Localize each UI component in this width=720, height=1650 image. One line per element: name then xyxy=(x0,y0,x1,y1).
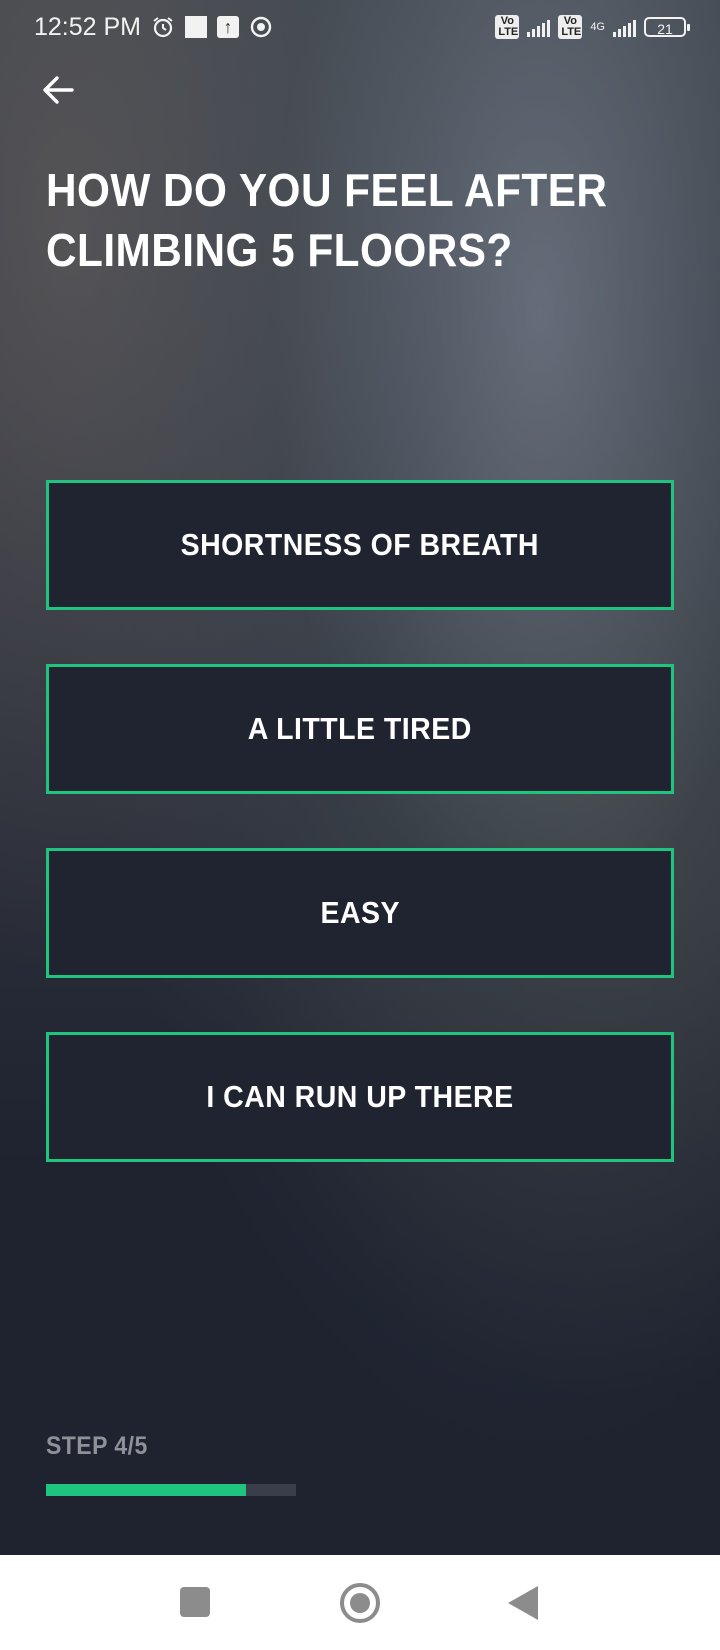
option-a-little-tired[interactable]: A LITTLE TIRED xyxy=(46,664,674,794)
battery-icon: 21 xyxy=(644,17,690,37)
back-button[interactable] xyxy=(36,68,80,112)
home-button[interactable] xyxy=(338,1581,382,1625)
option-shortness-of-breath[interactable]: SHORTNESS OF BREATH xyxy=(46,480,674,610)
status-bar: 12:52 PM ↑ Vo LTE Vo LTE 4G 21 xyxy=(0,0,720,54)
option-label: SHORTNESS OF BREATH xyxy=(180,527,540,562)
question-title: HOW DO YOU FEEL AFTER CLIMBING 5 FLOORS? xyxy=(46,164,608,276)
notification-square-icon xyxy=(185,16,208,38)
option-label: A LITTLE TIRED xyxy=(247,711,473,746)
signal-strength-icon-2 xyxy=(613,17,636,37)
option-label: EASY xyxy=(320,895,400,930)
sync-globe-icon xyxy=(249,15,273,39)
home-circle-icon xyxy=(340,1583,380,1623)
progress-bar-fill xyxy=(46,1484,246,1496)
upload-arrow-icon: ↑ xyxy=(217,16,240,38)
system-back-button[interactable] xyxy=(506,1584,540,1622)
recents-button[interactable] xyxy=(180,1587,210,1617)
volte-icon: Vo LTE xyxy=(495,15,520,39)
status-time: 12:52 PM xyxy=(34,12,142,41)
network-type-label: 4G xyxy=(590,21,605,33)
arrow-left-icon xyxy=(43,76,74,104)
option-easy[interactable]: EASY xyxy=(46,848,674,978)
volte-icon-2: Vo LTE xyxy=(558,15,583,39)
battery-level: 21 xyxy=(657,21,673,37)
option-i-can-run-up-there[interactable]: I CAN RUN UP THERE xyxy=(46,1032,674,1162)
step-indicator: STEP 4/5 xyxy=(46,1432,148,1460)
progress-bar xyxy=(46,1484,296,1496)
option-label: I CAN RUN UP THERE xyxy=(206,1079,514,1114)
back-triangle-icon xyxy=(508,1586,538,1620)
network-type-icon: 4G xyxy=(590,21,605,33)
recents-square-icon xyxy=(180,1587,210,1617)
signal-strength-icon xyxy=(527,17,551,37)
alarm-icon xyxy=(151,15,175,39)
